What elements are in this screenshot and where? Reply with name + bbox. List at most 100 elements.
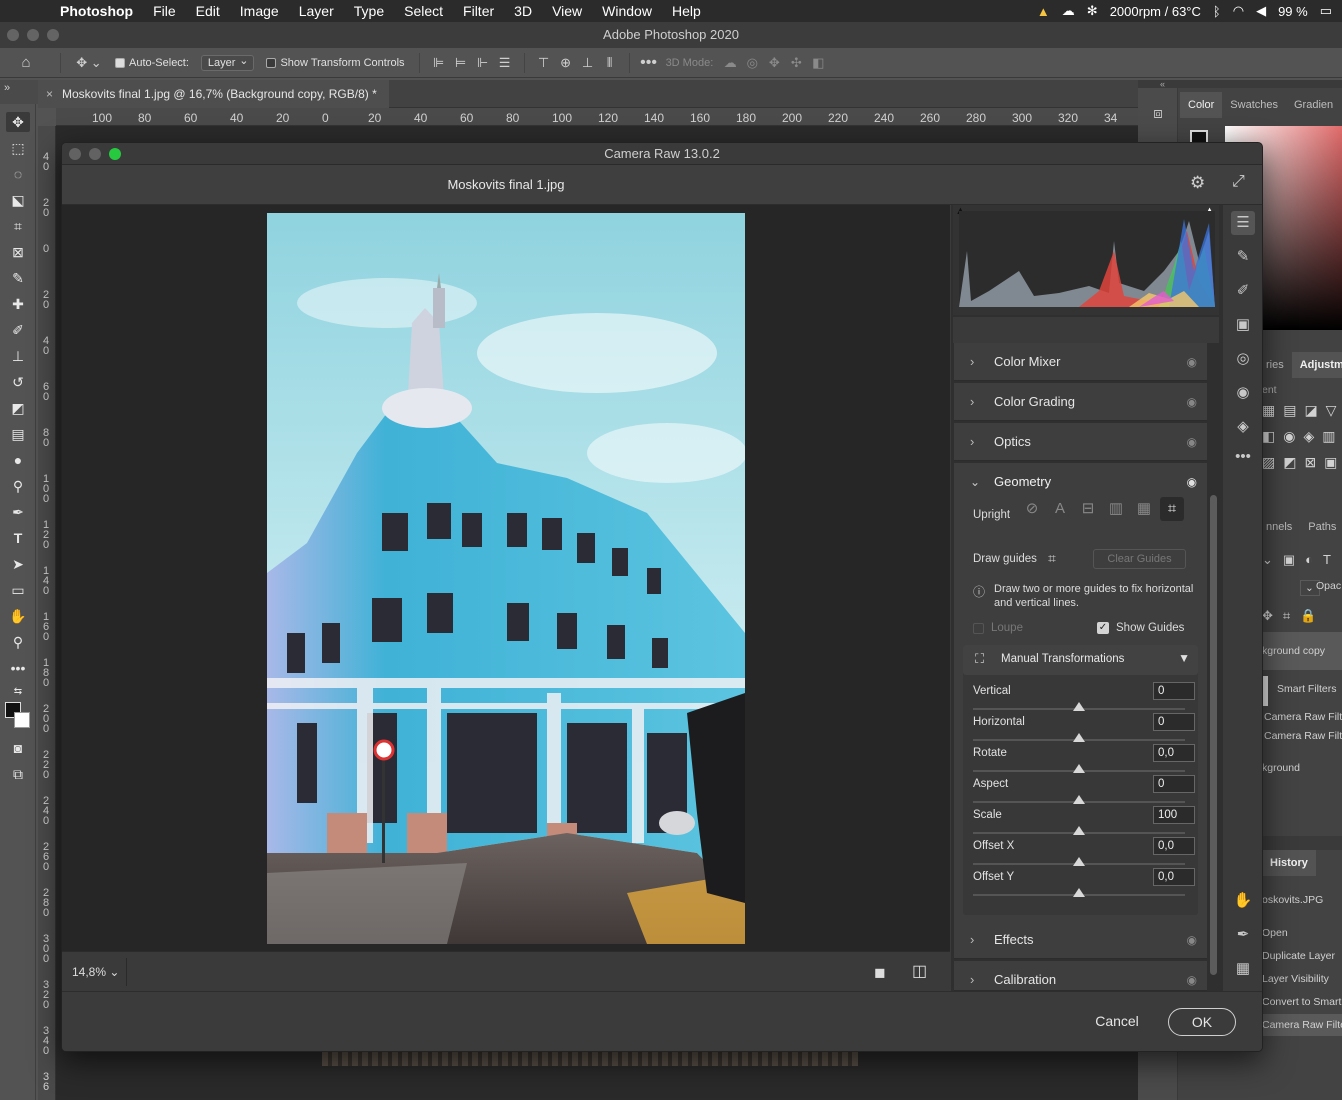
slider-thumb[interactable]: [1073, 888, 1085, 897]
panel-collapse-icon[interactable]: «: [1138, 80, 1342, 89]
battery-status[interactable]: 99 %: [1278, 4, 1308, 19]
layer-filter-icons[interactable]: ⌄▣◐T: [1262, 552, 1341, 568]
slider-value-input[interactable]: 0,0: [1153, 837, 1195, 855]
tab-paths[interactable]: Paths: [1300, 514, 1342, 540]
upright-auto-icon[interactable]: A: [1048, 497, 1072, 521]
align-hcenter-icon[interactable]: ⊨: [450, 48, 472, 78]
visibility-eye-icon[interactable]: ◉: [1187, 383, 1197, 421]
visibility-eye-icon[interactable]: ◉: [1187, 921, 1197, 959]
wifi-icon[interactable]: ◠: [1233, 3, 1244, 19]
lock-icons[interactable]: ✥⌗🔒: [1262, 608, 1326, 624]
toolbar-collapse-icon[interactable]: »: [0, 80, 38, 104]
more-tools-icon[interactable]: •••: [1231, 445, 1255, 469]
pen-tool-icon[interactable]: ✒: [6, 502, 30, 522]
slider-value-input[interactable]: 0: [1153, 775, 1195, 793]
crop-tool-icon[interactable]: ⌗: [6, 216, 30, 236]
align-vcenter-icon[interactable]: ⊕: [555, 48, 577, 78]
menu-layer[interactable]: Layer: [289, 3, 344, 19]
align-top-icon[interactable]: ⊤: [533, 48, 555, 78]
libraries-panel-icon[interactable]: ⧈: [1146, 102, 1170, 126]
menu-type[interactable]: Type: [344, 3, 394, 19]
zoom-tool-icon[interactable]: ⚲: [6, 632, 30, 652]
fullscreen-icon[interactable]: ⤢: [1232, 173, 1245, 191]
gradient-tool-icon[interactable]: ▤: [6, 424, 30, 444]
filter-item-1[interactable]: Camera Raw Filt: [1264, 711, 1342, 723]
dialog-close-button[interactable]: [69, 148, 81, 160]
slider-thumb[interactable]: [1073, 795, 1085, 804]
upright-guided-icon[interactable]: ⌗: [1160, 497, 1184, 521]
dodge-tool-icon[interactable]: ⚲: [6, 476, 30, 496]
slider-thumb[interactable]: [1073, 826, 1085, 835]
menu-3d[interactable]: 3D: [504, 3, 542, 19]
menu-image[interactable]: Image: [230, 3, 289, 19]
slider-thumb[interactable]: [1073, 733, 1085, 742]
geometry-header[interactable]: ⌄ Geometry ◉: [954, 463, 1207, 501]
hand-tool-icon[interactable]: ✋: [6, 606, 30, 626]
eyedropper-tool-icon[interactable]: ✎: [6, 268, 30, 288]
swap-colors-icon[interactable]: ⇆: [6, 682, 30, 702]
visibility-eye-icon[interactable]: ◉: [1187, 423, 1197, 461]
battery-icon[interactable]: ▭: [1320, 3, 1332, 19]
settings-gear-icon[interactable]: ⚙: [1190, 173, 1205, 193]
slider-value-input[interactable]: 0,0: [1153, 868, 1195, 886]
tab-color[interactable]: Color: [1180, 92, 1223, 118]
section-color-mixer[interactable]: › Color Mixer ◉: [954, 343, 1207, 381]
draw-guides-icon[interactable]: ⌗: [1042, 548, 1062, 568]
menu-filter[interactable]: Filter: [453, 3, 504, 19]
menu-view[interactable]: View: [542, 3, 592, 19]
clone-stamp-icon[interactable]: ⊥: [6, 346, 30, 366]
eraser-tool-icon[interactable]: ◩: [6, 398, 30, 418]
horizontal-ruler[interactable]: 100 80 60 40 20 0 20 40 60 80 100 120 140 160 180 200 22…: [56, 108, 1138, 126]
graduated-filter-icon[interactable]: ▣: [1231, 313, 1255, 337]
edit-sliders-icon[interactable]: ☰: [1231, 211, 1255, 235]
document-tab[interactable]: × Moskovits final 1.jpg @ 16,7% (Backgro…: [38, 80, 389, 108]
slider-value-input[interactable]: 100: [1153, 806, 1195, 824]
clear-guides-button[interactable]: Clear Guides: [1093, 549, 1186, 569]
red-eye-icon[interactable]: ◉: [1231, 381, 1255, 405]
path-select-tool-icon[interactable]: ➤: [6, 554, 30, 574]
upright-full-icon[interactable]: ▦: [1132, 497, 1156, 521]
blur-tool-icon[interactable]: ●: [6, 450, 30, 470]
rectangle-tool-icon[interactable]: ▭: [6, 580, 30, 600]
menu-select[interactable]: Select: [394, 3, 453, 19]
adjustment-brush-icon[interactable]: ✐: [1231, 279, 1255, 303]
manual-transformations-header[interactable]: ⛶ Manual Transformations ▼: [963, 645, 1198, 675]
collapse-triangle-icon[interactable]: ▼: [1178, 651, 1190, 665]
tab-gradients[interactable]: Gradien: [1286, 92, 1341, 118]
zoom-dropdown[interactable]: 14,8% ⌄: [72, 952, 119, 992]
tab-libraries[interactable]: ries: [1258, 352, 1292, 378]
tab-adjustments[interactable]: Adjustm: [1291, 352, 1342, 378]
quick-mask-icon[interactable]: ◙: [6, 738, 30, 758]
history-item-open[interactable]: Open: [1262, 927, 1288, 939]
section-calibration[interactable]: › Calibration ◉: [954, 961, 1207, 991]
single-view-icon[interactable]: ◼: [874, 952, 886, 992]
section-color-grading[interactable]: › Color Grading ◉: [954, 383, 1207, 421]
image-preview-area[interactable]: [62, 205, 950, 951]
fan-status[interactable]: 2000rpm / 63°C: [1110, 4, 1201, 19]
adjustment-icons-row3[interactable]: ▨◩⊠▣: [1262, 454, 1342, 471]
notification-icon[interactable]: ▲: [1037, 4, 1050, 19]
more-options-icon[interactable]: •••: [638, 48, 660, 78]
move-tool-icon[interactable]: ✥: [6, 112, 30, 132]
window-zoom-button[interactable]: [47, 29, 59, 41]
presets-icon[interactable]: ◈: [1231, 415, 1255, 439]
distribute-v-icon[interactable]: ⦀: [599, 48, 621, 78]
home-icon[interactable]: ⌂: [0, 48, 52, 78]
section-optics[interactable]: › Optics ◉: [954, 423, 1207, 461]
background-color-swatch[interactable]: [14, 712, 30, 728]
brush-tool-icon[interactable]: ✐: [6, 320, 30, 340]
frame-tool-icon[interactable]: ⊠: [6, 242, 30, 262]
layer-name[interactable]: kground copy: [1262, 645, 1325, 657]
auto-select-checkbox[interactable]: Auto-Select:: [109, 48, 195, 78]
window-minimize-button[interactable]: [27, 29, 39, 41]
marquee-tool-icon[interactable]: ⬚: [6, 138, 30, 158]
history-snapshot[interactable]: oskovits.JPG: [1262, 894, 1323, 906]
menu-help[interactable]: Help: [662, 3, 711, 19]
upright-off-icon[interactable]: ⊘: [1020, 497, 1044, 521]
slider-thumb[interactable]: [1073, 702, 1085, 711]
history-item-convert[interactable]: Convert to Smart: [1262, 996, 1341, 1008]
history-brush-icon[interactable]: ↺: [6, 372, 30, 392]
radial-filter-icon[interactable]: ◎: [1231, 347, 1255, 371]
filter-item-2[interactable]: Camera Raw Filt: [1264, 730, 1342, 742]
type-tool-icon[interactable]: T: [6, 528, 30, 548]
